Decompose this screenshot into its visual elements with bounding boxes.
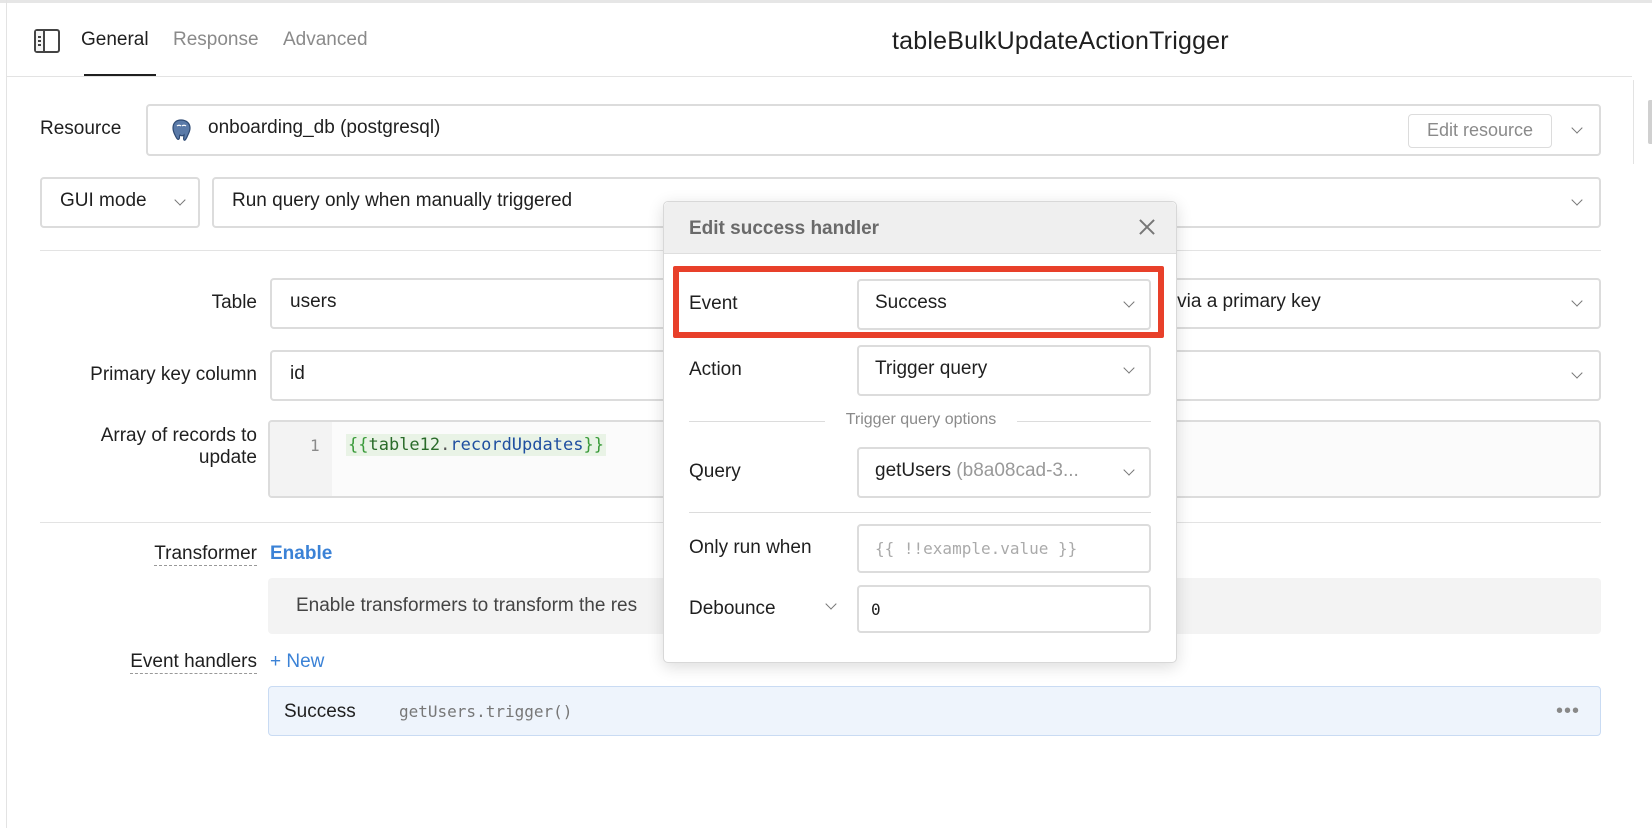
modal-divider <box>689 512 1151 513</box>
chevron-down-icon <box>1571 295 1583 307</box>
event-highlight-box <box>673 266 1164 338</box>
edit-resource-button[interactable]: Edit resource <box>1408 114 1552 148</box>
modal-title: Edit success handler <box>689 218 880 239</box>
table-value: users <box>290 291 337 312</box>
gui-mode-select[interactable]: GUI mode <box>40 177 200 228</box>
event-handlers-label: Event handlers <box>130 651 257 674</box>
action-value: Trigger query <box>875 358 988 379</box>
new-event-handler-link[interactable]: + New <box>270 651 324 673</box>
sidebar-toggle-icon[interactable] <box>34 29 60 53</box>
active-tab-indicator <box>84 74 156 76</box>
postgresql-elephant-icon <box>172 119 191 141</box>
table-select[interactable]: users <box>270 278 670 329</box>
primary-key-select-end[interactable] <box>1150 350 1601 401</box>
right-panel-handle[interactable] <box>1648 100 1652 144</box>
resource-label: Resource <box>40 118 122 139</box>
right-divider <box>1633 80 1634 164</box>
handler-event: Success <box>284 701 356 722</box>
only-run-when-placeholder: {{ !!example.value }} <box>875 539 1078 558</box>
query-label: Query <box>689 461 741 482</box>
modal-header: Edit success handler <box>664 202 1176 254</box>
debounce-value: 0 <box>871 600 881 619</box>
editor-gutter <box>270 422 332 496</box>
event-handler-row[interactable]: Success getUsers.trigger() ••• <box>268 686 1601 736</box>
tab-general[interactable]: General <box>81 29 149 51</box>
edit-success-handler-modal: Edit success handler Event Success Actio… <box>663 201 1177 663</box>
chevron-down-icon <box>1571 194 1583 206</box>
tab-advanced[interactable]: Advanced <box>283 29 368 51</box>
chevron-down-icon <box>1571 367 1583 379</box>
records-label-line2: update <box>198 447 257 468</box>
trigger-query-options-label: Trigger query options <box>845 411 997 428</box>
resource-value: onboarding_db (postgresql) <box>208 117 441 138</box>
query-title: tableBulkUpdateActionTrigger <box>892 27 1229 55</box>
records-label-line1: Array of records to <box>100 425 257 446</box>
update-action-select[interactable]: te via a primary key <box>1150 278 1601 329</box>
chevron-down-icon <box>1571 122 1583 134</box>
chevron-down-icon <box>174 194 186 206</box>
transformer-info-text: Enable transformers to transform the res <box>296 595 638 616</box>
handler-action: getUsers.trigger() <box>399 702 573 721</box>
transformer-label: Transformer <box>154 543 257 566</box>
left-border <box>6 0 7 828</box>
only-run-when-label: Only run when <box>689 537 812 558</box>
enable-transformer-link[interactable]: Enable <box>270 543 332 565</box>
resource-select[interactable]: onboarding_db (postgresql) Edit resource <box>146 104 1601 156</box>
table-label: Table <box>211 292 257 313</box>
run-trigger-value: Run query only when manually triggered <box>232 190 573 211</box>
query-select[interactable]: getUsers (b8a08cad-3... <box>857 447 1151 498</box>
editor-header: General Response Advanced tableBulkUpdat… <box>7 3 1632 77</box>
primary-key-select[interactable]: id <box>270 350 670 401</box>
chevron-down-icon[interactable] <box>825 598 837 610</box>
debounce-label[interactable]: Debounce <box>689 598 776 620</box>
line-number: 1 <box>310 436 320 455</box>
only-run-when-input[interactable]: {{ !!example.value }} <box>857 524 1151 573</box>
chevron-down-icon <box>1123 362 1135 374</box>
primary-key-value: id <box>290 363 305 384</box>
code-expression: {{table12.recordUpdates}} <box>346 434 606 456</box>
records-label: Array of records to update <box>40 425 257 469</box>
tab-response[interactable]: Response <box>173 29 259 51</box>
gui-mode-value: GUI mode <box>60 190 147 211</box>
action-label: Action <box>689 359 742 380</box>
chevron-down-icon <box>1123 464 1135 476</box>
query-value: getUsers (b8a08cad-3... <box>875 460 1079 481</box>
close-icon[interactable] <box>1136 216 1158 238</box>
debounce-input[interactable]: 0 <box>857 585 1151 633</box>
more-options-icon[interactable]: ••• <box>1556 700 1580 723</box>
action-select[interactable]: Trigger query <box>857 345 1151 396</box>
update-action-value: te via a primary key <box>1156 291 1321 312</box>
primary-key-label: Primary key column <box>90 364 257 385</box>
